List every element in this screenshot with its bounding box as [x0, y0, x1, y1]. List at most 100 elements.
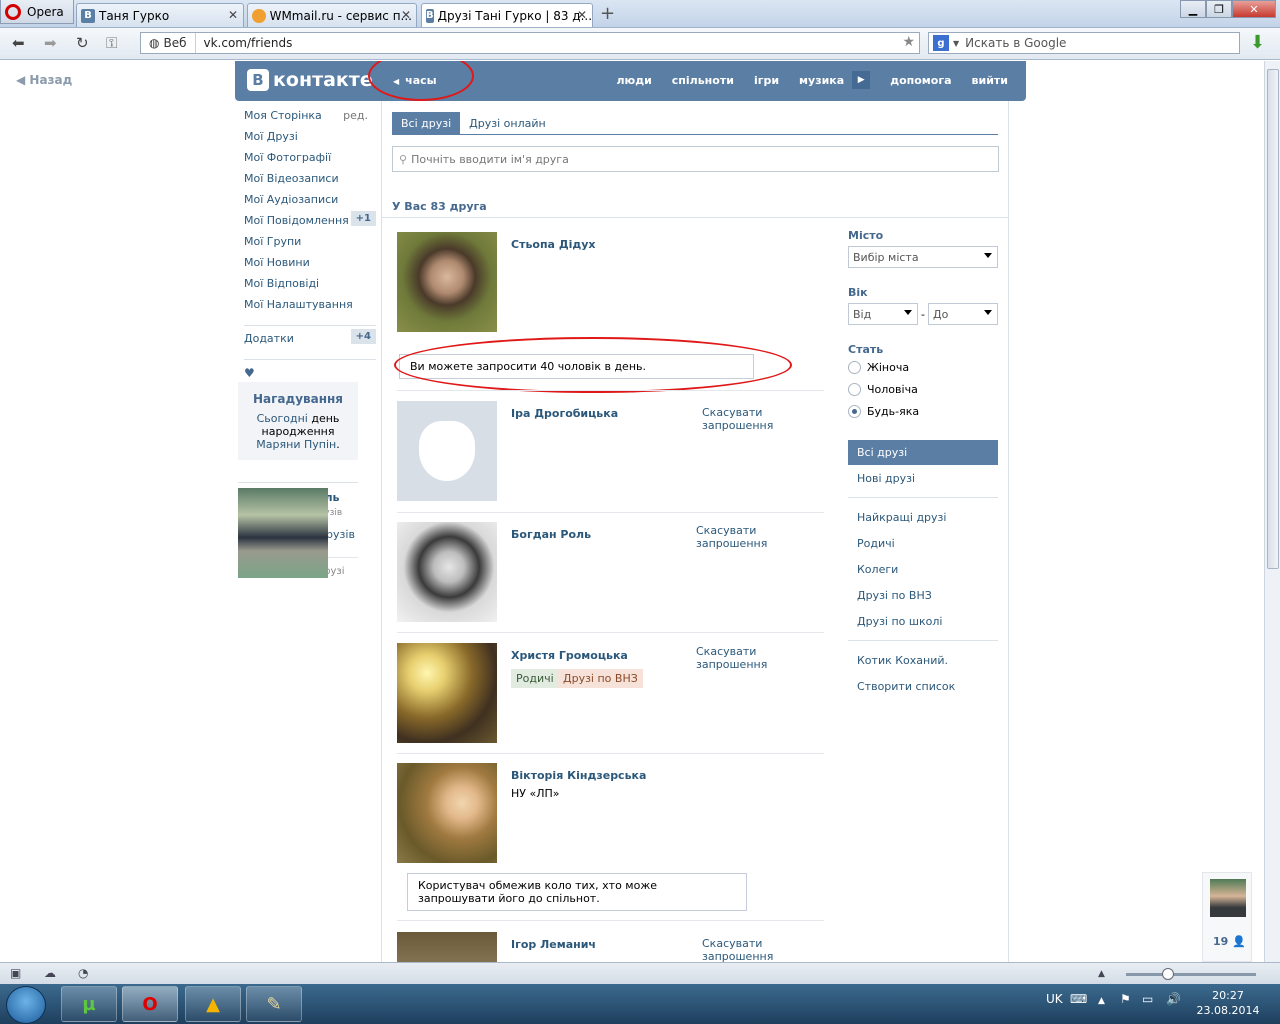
opera-menu-button[interactable]: Opera — [0, 0, 74, 24]
browser-tab-2[interactable]: WMmail.ru - сервис п... ✕ — [247, 3, 417, 27]
key-icon[interactable]: ⚿ — [106, 34, 117, 52]
zoom-slider[interactable] — [1126, 968, 1256, 980]
menu-item-my-photos[interactable]: Мої Фотографії — [244, 151, 376, 172]
mini-chat-avatar[interactable] — [1210, 879, 1246, 917]
page-scrollbar[interactable] — [1264, 61, 1280, 962]
menu-item-my-page[interactable]: Моя Сторінка ред. — [244, 109, 376, 130]
language-indicator[interactable]: UK — [1046, 992, 1063, 1006]
friend-photo[interactable] — [397, 763, 497, 863]
edit-link[interactable]: ред. — [343, 109, 368, 122]
menu-item-my-settings[interactable]: Мої Налаштування — [244, 298, 376, 319]
top-menu-games[interactable]: ігри — [754, 74, 779, 89]
minimize-icon[interactable]: ▁ — [1180, 0, 1206, 18]
heart-icon[interactable]: ♥ — [244, 366, 376, 380]
list-school-friends[interactable]: Друзі по школі — [848, 609, 998, 634]
flag-icon[interactable]: ⚑ — [1120, 992, 1131, 1006]
friend-name[interactable]: Христя Громоцька — [511, 649, 628, 662]
scrollbar-thumb[interactable] — [1267, 69, 1279, 569]
menu-item-my-messages[interactable]: Мої Повідомлення +1 — [244, 211, 376, 235]
friend-photo[interactable] — [397, 932, 497, 962]
menu-item-my-groups[interactable]: Мої Групи — [244, 235, 376, 256]
menu-item-my-answers[interactable]: Мої Відповіді — [244, 277, 376, 298]
reminder-name-link[interactable]: Маряни Пупін — [256, 438, 336, 451]
friend-photo[interactable] — [397, 643, 497, 743]
speed-dial-icon[interactable]: ◔ — [78, 966, 88, 980]
address-web-badge[interactable]: ◍ Веб — [141, 33, 196, 53]
friend-name[interactable]: Ігор Леманич — [511, 938, 596, 951]
zoom-slider-knob[interactable] — [1162, 968, 1174, 980]
cancel-request-link[interactable]: Скасувати запрошення — [696, 645, 824, 671]
top-menu-logout[interactable]: вийти — [972, 74, 1008, 89]
friend-name[interactable]: Іра Дрогобицька — [511, 407, 618, 420]
age-to-select[interactable]: До — [928, 303, 998, 325]
list-new-friends[interactable]: Нові друзі — [848, 466, 998, 491]
list-university-friends[interactable]: Друзі по ВНЗ — [848, 583, 998, 608]
bookmark-star-icon[interactable]: ★ — [902, 34, 915, 50]
opera-taskbar-icon[interactable]: O — [122, 986, 178, 1022]
new-tab-button[interactable]: + — [600, 3, 615, 24]
maximize-icon[interactable]: ❐ — [1206, 0, 1232, 18]
radio-any[interactable]: Будь-яка — [848, 405, 919, 418]
address-bar[interactable]: ◍ Веб vk.com/friends ★ — [140, 32, 920, 54]
back-arrow-icon[interactable]: ⬅ — [12, 34, 25, 52]
browser-tab-1[interactable]: В Таня Гурко ✕ — [76, 3, 244, 27]
tab-all-friends[interactable]: Всі друзі — [392, 112, 461, 135]
aimp-taskbar-icon[interactable]: ▲ — [185, 986, 241, 1022]
back-link[interactable]: ◀ Назад — [16, 73, 72, 87]
tag-relatives[interactable]: Родичі — [511, 669, 559, 688]
vk-logo[interactable]: Вконтакте — [247, 69, 373, 91]
friend-photo[interactable] — [397, 522, 497, 622]
music-play-icon[interactable]: ▶ — [852, 71, 871, 89]
radio-female[interactable]: Жіноча — [848, 361, 909, 374]
tray-expand-icon[interactable]: ▲ — [1098, 996, 1105, 1006]
default-avatar-icon[interactable] — [397, 401, 497, 501]
mini-chat[interactable]: 19 👤 — [1202, 872, 1252, 962]
list-all-friends[interactable]: Всі друзі — [848, 440, 998, 465]
forward-arrow-icon[interactable]: ➡ — [44, 34, 57, 52]
windows-start-button[interactable] — [6, 986, 46, 1024]
age-from-select[interactable]: Від — [848, 303, 918, 325]
tag-university-friends[interactable]: Друзі по ВНЗ — [558, 669, 643, 688]
address-url[interactable]: vk.com/friends — [196, 36, 293, 50]
list-relatives[interactable]: Родичі — [848, 531, 998, 556]
paint-taskbar-icon[interactable]: ✎ — [246, 986, 302, 1022]
zoom-up-icon[interactable]: ▲ — [1098, 969, 1105, 979]
browser-search-field[interactable]: g ▼ Искать в Google — [928, 32, 1240, 54]
close-window-icon[interactable]: ✕ — [1232, 0, 1276, 18]
friend-search-input[interactable]: ⚲ Почніть вводити ім'я друга — [392, 146, 999, 172]
cancel-request-link[interactable]: Скасувати запрошення — [696, 524, 824, 550]
create-list-link[interactable]: Створити список — [848, 674, 998, 699]
menu-item-my-videos[interactable]: Мої Відеозаписи — [244, 172, 376, 193]
menu-item-apps[interactable]: Додатки +4 — [244, 329, 376, 353]
list-custom-kotyk[interactable]: Котик Коханий. — [848, 648, 998, 673]
top-menu-people[interactable]: люди — [616, 74, 651, 89]
friend-name[interactable]: Богдан Роль — [511, 528, 591, 541]
volume-icon[interactable]: 🔊 — [1166, 992, 1181, 1006]
list-best-friends[interactable]: Найкращі друзі — [848, 505, 998, 530]
tab-friends-online[interactable]: Друзі онлайн — [460, 112, 555, 135]
cancel-request-link[interactable]: Скасувати запрошення — [702, 406, 782, 432]
reminder-today[interactable]: Сьогодні — [257, 412, 308, 425]
tab-close-icon[interactable]: ✕ — [401, 8, 411, 22]
menu-item-my-friends[interactable]: Мої Друзі — [244, 130, 376, 151]
reload-icon[interactable]: ↻ — [76, 34, 89, 52]
cancel-request-link[interactable]: Скасувати запрошення — [702, 937, 782, 962]
radio-male[interactable]: Чоловіча — [848, 383, 918, 396]
utorrent-taskbar-icon[interactable]: µ — [61, 986, 117, 1022]
tab-close-icon[interactable]: ✕ — [228, 8, 238, 22]
friend-photo[interactable] — [397, 232, 497, 332]
keyboard-icon[interactable]: ⌨ — [1070, 992, 1087, 1006]
search-engine-dropdown-icon[interactable]: ▼ — [953, 39, 959, 48]
browser-tab-3-active[interactable]: В Друзі Тані Гурко | 83 д... ✕ — [421, 3, 593, 27]
list-colleagues[interactable]: Колеги — [848, 557, 998, 582]
cloud-icon[interactable]: ☁ — [44, 966, 56, 980]
city-select[interactable]: Вибір міста — [848, 246, 998, 268]
top-menu-music[interactable]: музика — [799, 74, 844, 89]
system-clock[interactable]: 20:27 23.08.2014 — [1196, 988, 1260, 1018]
friend-name[interactable]: Стьопа Дідух — [511, 238, 596, 251]
network-icon[interactable]: ▭ — [1142, 992, 1153, 1006]
top-menu-help[interactable]: допомога — [890, 74, 951, 89]
tab-close-icon[interactable]: ✕ — [577, 8, 587, 22]
top-menu-communities[interactable]: спільноти — [672, 74, 734, 89]
download-icon[interactable]: ⬇ — [1250, 32, 1270, 53]
